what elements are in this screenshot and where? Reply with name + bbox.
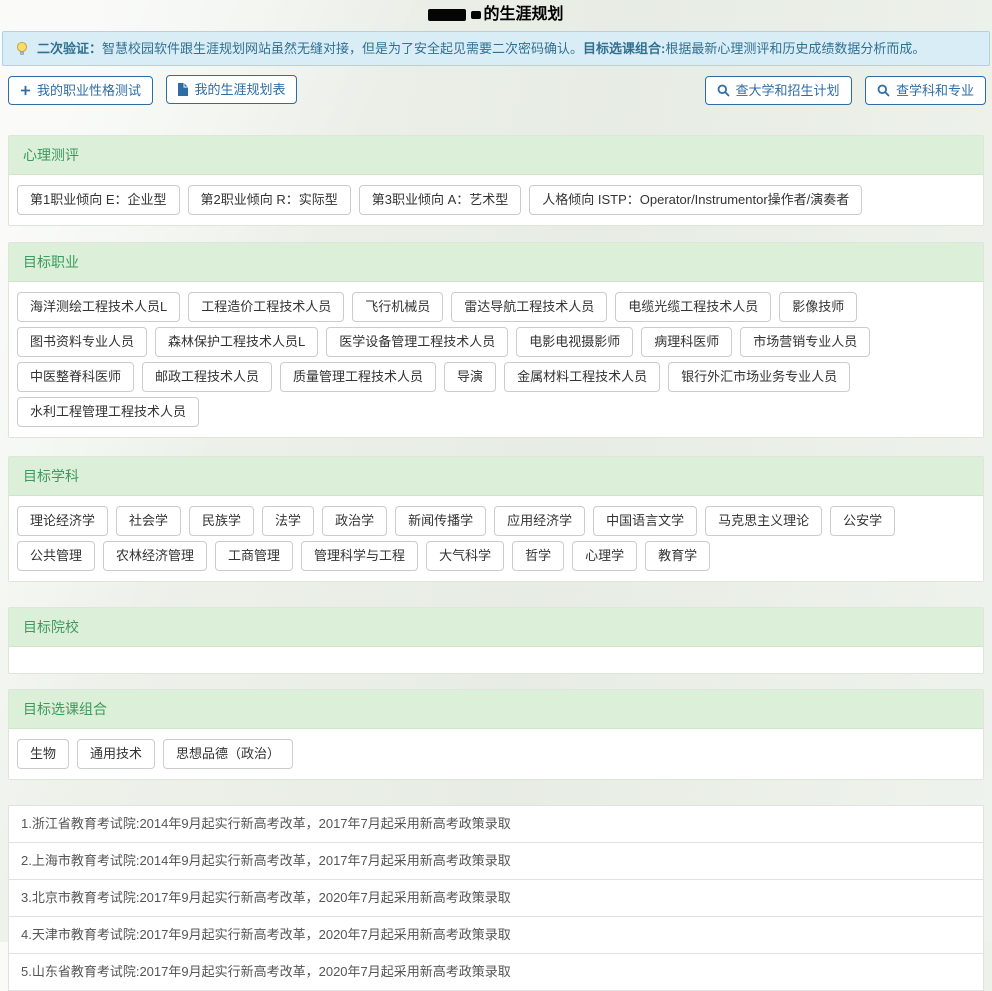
tag-list: 第1职业倾向 E：企业型第2职业倾向 R：实际型第3职业倾向 A：艺术型人格倾向…: [9, 175, 983, 225]
subject-tag[interactable]: 农林经济管理: [103, 541, 207, 571]
tag-list: 海洋测绘工程技术人员L 工程造价工程技术人员飞行机械员雷达导航工程技术人员电缆光缆…: [9, 282, 983, 437]
banner-text-1: 智慧校园软件跟生涯规划网站虽然无缝对接，但是为了安全起见需要二次密码确认。: [102, 41, 583, 56]
career-tag[interactable]: 中医整脊科医师: [17, 362, 134, 392]
banner-bold-label: 二次验证：: [37, 41, 102, 56]
button-label: 查学科和专业: [896, 83, 974, 98]
notice-item: 4.天津市教育考试院:2017年9月起实行新高考改革，2020年7月起采用新高考…: [9, 917, 983, 954]
toolbar-right: 查大学和招生计划 查学科和专业: [705, 76, 986, 105]
career-tag[interactable]: 市场营销专业人员: [740, 327, 870, 357]
search-icon: [877, 84, 890, 97]
lightbulb-icon: [15, 41, 29, 56]
section-title: 心理测评: [9, 136, 983, 175]
combo-tag[interactable]: 通用技术: [77, 739, 155, 769]
subject-tag[interactable]: 心理学: [572, 541, 637, 571]
psych-tag[interactable]: 人格倾向 ISTP：Operator/Instrumentor操作者/演奏者: [529, 185, 862, 215]
button-label: 查大学和招生计划: [736, 83, 840, 98]
section-title: 目标职业: [9, 243, 983, 282]
search-universities-button[interactable]: 查大学和招生计划: [705, 76, 852, 105]
career-tag[interactable]: 海洋测绘工程技术人员L: [17, 292, 180, 322]
career-tag[interactable]: 森林保护工程技术人员L: [155, 327, 318, 357]
career-tag[interactable]: 工程造价工程技术人员: [188, 292, 344, 322]
subject-tag[interactable]: 管理科学与工程: [301, 541, 418, 571]
subject-tag[interactable]: 公共管理: [17, 541, 95, 571]
my-career-plan-button[interactable]: 我的生涯规划表: [166, 75, 297, 104]
career-tag[interactable]: 雷达导航工程技术人员: [451, 292, 607, 322]
subject-tag[interactable]: 社会学: [116, 506, 181, 536]
career-tag[interactable]: 飞行机械员: [352, 292, 443, 322]
section-psych-assessment: 心理测评 第1职业倾向 E：企业型第2职业倾向 R：实际型第3职业倾向 A：艺术…: [8, 135, 984, 226]
subject-tag[interactable]: 中国语言文学: [593, 506, 697, 536]
banner-text-2: 根据最新心理测评和历史成绩数据分析而成。: [665, 41, 925, 56]
redacted-name: [428, 9, 466, 21]
banner-bold-label-2: 目标选课组合:: [583, 41, 665, 56]
psych-tag[interactable]: 第3职业倾向 A：艺术型: [359, 185, 522, 215]
page-title: 的生涯规划: [0, 0, 992, 28]
combo-tag[interactable]: 思想品德（政治）: [163, 739, 293, 769]
page-title-text: 的生涯规划: [483, 6, 563, 23]
toolbar: 我的职业性格测试 我的生涯规划表 查大学和招生计划 查学科和专业: [8, 75, 986, 105]
redacted-name: [471, 11, 481, 19]
career-tag[interactable]: 病理科医师: [641, 327, 732, 357]
subject-tag[interactable]: 哲学: [512, 541, 564, 571]
plus-icon: [20, 85, 31, 96]
career-tag[interactable]: 电缆光缆工程技术人员: [615, 292, 771, 322]
notice-item: 1.浙江省教育考试院:2014年9月起实行新高考改革，2017年7月起采用新高考…: [9, 806, 983, 843]
subject-tag[interactable]: 应用经济学: [494, 506, 585, 536]
section-target-subjects: 目标学科 理论经济学社会学民族学法学政治学新闻传播学应用经济学中国语言文学马克思…: [8, 456, 984, 582]
career-tag[interactable]: 电影电视摄影师: [516, 327, 633, 357]
career-tag[interactable]: 邮政工程技术人员: [142, 362, 272, 392]
section-target-careers: 目标职业 海洋测绘工程技术人员L 工程造价工程技术人员飞行机械员雷达导航工程技术人…: [8, 242, 984, 438]
psych-tag[interactable]: 第1职业倾向 E：企业型: [17, 185, 180, 215]
section-course-combo: 目标选课组合 生物通用技术思想品德（政治）: [8, 689, 984, 780]
section-title: 目标院校: [9, 608, 983, 647]
my-personality-test-button[interactable]: 我的职业性格测试: [8, 76, 153, 105]
file-icon: [178, 83, 188, 96]
career-tag[interactable]: 金属材料工程技术人员: [504, 362, 660, 392]
career-tag[interactable]: 医学设备管理工程技术人员: [326, 327, 508, 357]
subject-tag[interactable]: 民族学: [189, 506, 254, 536]
section-title: 目标学科: [9, 457, 983, 496]
career-tag[interactable]: 导演: [444, 362, 496, 392]
section-title: 目标选课组合: [9, 690, 983, 729]
subject-tag[interactable]: 工商管理: [215, 541, 293, 571]
subject-tag[interactable]: 马克思主义理论: [705, 506, 822, 536]
info-banner: 二次验证：智慧校园软件跟生涯规划网站虽然无缝对接，但是为了安全起见需要二次密码确…: [2, 31, 990, 66]
notice-list: 1.浙江省教育考试院:2014年9月起实行新高考改革，2017年7月起采用新高考…: [8, 805, 984, 991]
combo-tag[interactable]: 生物: [17, 739, 69, 769]
subject-tag[interactable]: 政治学: [322, 506, 387, 536]
tag-list: [9, 647, 983, 673]
notice-item: 3.北京市教育考试院:2017年9月起实行新高考改革，2020年7月起采用新高考…: [9, 880, 983, 917]
notice-item: 2.上海市教育考试院:2014年9月起实行新高考改革，2017年7月起采用新高考…: [9, 843, 983, 880]
psych-tag[interactable]: 第2职业倾向 R：实际型: [188, 185, 351, 215]
career-tag[interactable]: 影像技师: [779, 292, 857, 322]
subject-tag[interactable]: 法学: [262, 506, 314, 536]
subject-tag[interactable]: 新闻传播学: [395, 506, 486, 536]
toolbar-left: 我的职业性格测试 我的生涯规划表: [8, 75, 306, 105]
tag-list: 生物通用技术思想品德（政治）: [9, 729, 983, 779]
subject-tag[interactable]: 大气科学: [426, 541, 504, 571]
tag-list: 理论经济学社会学民族学法学政治学新闻传播学应用经济学中国语言文学马克思主义理论公…: [9, 496, 983, 581]
button-label: 我的职业性格测试: [37, 83, 141, 98]
career-tag[interactable]: 图书资料专业人员: [17, 327, 147, 357]
subject-tag[interactable]: 教育学: [645, 541, 710, 571]
notice-item: 5.山东省教育考试院:2017年9月起实行新高考改革，2020年7月起采用新高考…: [9, 954, 983, 991]
section-target-colleges: 目标院校: [8, 607, 984, 674]
subject-tag[interactable]: 理论经济学: [17, 506, 108, 536]
search-icon: [717, 84, 730, 97]
banner-text: 二次验证：智慧校园软件跟生涯规划网站虽然无缝对接，但是为了安全起见需要二次密码确…: [37, 40, 925, 57]
subject-tag[interactable]: 公安学: [830, 506, 895, 536]
search-majors-button[interactable]: 查学科和专业: [865, 76, 986, 105]
button-label: 我的生涯规划表: [194, 82, 285, 97]
career-tag[interactable]: 水利工程管理工程技术人员: [17, 397, 199, 427]
career-tag[interactable]: 质量管理工程技术人员: [280, 362, 436, 392]
career-tag[interactable]: 银行外汇市场业务专业人员: [668, 362, 850, 392]
